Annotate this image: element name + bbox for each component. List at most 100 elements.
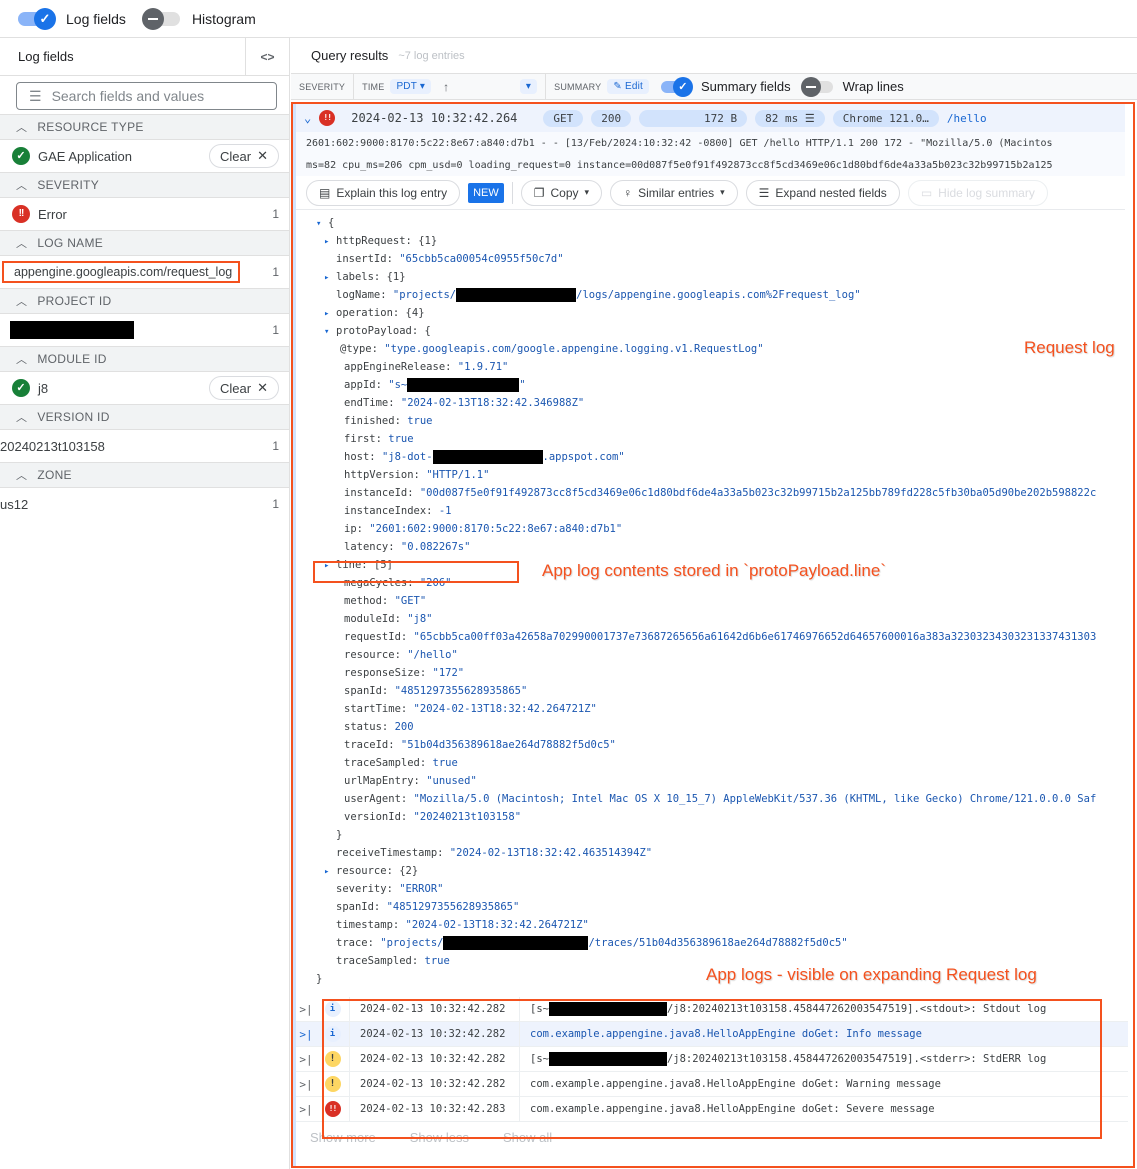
timezone-select[interactable]: PDT ▾ [390,79,432,94]
chevron-down-icon[interactable]: ⌄ [304,111,311,125]
section-project-id[interactable]: ︿ PROJECT ID [0,288,289,314]
json-value: "2024-02-13T18:32:42.264721Z" [413,703,597,715]
close-icon: ✕ [257,380,268,395]
query-results-panel: Query results ~7 log entries SEVERITY TI… [291,38,1137,1169]
json-key: urlMapEntry: [344,775,427,787]
json-key: instanceIndex: [344,505,439,517]
json-line[interactable]: ▸ httpRequest: {1} [296,232,1125,250]
json-key: latency: [344,541,401,553]
json-line: appId: "s~ " [296,376,1125,394]
json-line[interactable]: ▸ labels: {1} [296,268,1125,286]
size-chip[interactable]: 172 B [639,109,748,127]
request-log-annotation: Request log [1024,338,1115,357]
json-line[interactable]: ▾{ [296,214,1125,232]
histogram-toggle[interactable] [141,7,180,30]
json-value: true [432,757,458,769]
collapse-panel-button[interactable]: <> [245,38,289,76]
check-icon: ✓ [673,76,693,97]
json-line: spanId: "4851297355628935865" [296,682,1125,700]
redacted-text [432,450,543,464]
log-fields-toggle-label: Log fields [66,10,126,27]
json-value: "ERROR" [399,883,444,895]
json-line[interactable]: ▾ protoPayload: { [296,322,1125,340]
explain-log-entry-button[interactable]: ▤ Explain this log entry [306,179,461,206]
section-severity[interactable]: ︿ SEVERITY [0,172,289,198]
edit-summary-button[interactable]: ✎ Edit [607,79,649,94]
expand-arrow-icon[interactable]: ▸ [324,863,336,880]
log-fields-toggle[interactable]: ✓ [18,7,56,30]
chevron-up-icon: ︿ [16,412,28,424]
json-key: status: [344,721,395,733]
redacted-text [456,288,577,302]
request-log-annotation-box: ⌄ !! 2024-02-13 10:32:42.264 GET 200 172… [291,102,1135,1168]
clear-label: Clear [220,380,252,396]
section-zone[interactable]: ︿ ZONE [0,462,289,488]
json-line: resource: "/hello" [296,646,1125,664]
user-agent-chip[interactable]: Chrome 121.0… [832,109,939,127]
section-log-name[interactable]: ︿ LOG NAME [0,230,289,256]
log-fields-panel: Log fields <> ☰ ︿ RESOURCE TYPE ✓ GAE App… [0,38,290,1169]
log-entry-summary-row[interactable]: ⌄ !! 2024-02-13 10:32:42.264 GET 200 172… [296,104,1125,132]
field-value-j8[interactable]: ✓ j8 Clear ✕ [0,372,289,404]
time-options-dropdown[interactable]: ▾ [519,79,538,94]
field-value-error[interactable]: !! Error 1 [0,198,289,230]
expand-row-icon[interactable]: >| [296,1103,316,1116]
json-line: first: true [296,430,1125,448]
method-chip[interactable]: GET [543,109,584,127]
json-value: {4} [405,307,425,319]
field-value-gae-application[interactable]: ✓ GAE Application Clear ✕ [0,140,289,172]
collapse-arrow-icon[interactable]: ▾ [324,323,336,340]
expand-arrow-icon[interactable]: ▸ [324,269,336,286]
chevron-up-icon: ︿ [16,354,28,366]
search-fields-box[interactable]: ☰ [16,82,277,110]
latency-chip[interactable]: 82 ms ☰ [755,109,825,127]
expand-row-icon[interactable]: >| [296,1028,316,1041]
severity-column-header[interactable]: SEVERITY [291,74,355,99]
json-key: resource: [336,865,400,877]
field-value-project-id[interactable]: 1 [0,314,289,346]
similar-entries-button[interactable]: ♀ Similar entries ▾ [610,179,738,206]
expand-row-icon[interactable]: >| [296,1078,316,1091]
field-value-zone[interactable]: us12 1 [0,488,289,520]
expand-nested-fields-button[interactable]: ☰ Expand nested fields [745,179,900,206]
summary-icon: ▭ [920,185,933,200]
json-key: protoPayload: { [336,325,431,337]
hide-log-summary-button[interactable]: ▭ Hide log summary [907,179,1048,206]
expand-arrow-icon[interactable]: ▸ [324,233,336,250]
json-line: startTime: "2024-02-13T18:32:42.264721Z" [296,700,1125,718]
new-badge: NEW [468,182,504,203]
json-line: responseSize: "172" [296,664,1125,682]
status-chip[interactable]: 200 [591,109,632,127]
request-path-link[interactable]: /hello [947,112,987,125]
section-resource-type[interactable]: ︿ RESOURCE TYPE [0,114,289,140]
json-value: "4851297355628935865" [386,901,520,913]
json-value: "unused" [426,775,477,787]
expand-row-icon[interactable]: >| [296,1003,316,1016]
expand-arrow-icon[interactable]: ▸ [324,305,336,322]
json-line[interactable]: ▸ operation: {4} [296,304,1125,322]
json-line[interactable]: ▸ resource: {2} [296,862,1125,880]
section-module-id[interactable]: ︿ MODULE ID [0,346,289,372]
clear-resource-type-button[interactable]: Clear ✕ [209,144,279,168]
json-line: httpVersion: "HTTP/1.1" [296,466,1125,484]
json-key: httpVersion: [344,469,427,481]
wrap-lines-toggle[interactable] [800,76,833,97]
json-value: true [407,415,433,427]
log-entry-expanded: ⌄ !! 2024-02-13 10:32:42.264 GET 200 172… [293,104,1128,1166]
summary-fields-toggle[interactable]: ✓ [661,76,693,97]
log-summary-line-1: 2601:602:9000:8170:5c22:8e67:a840:d7b1 -… [296,132,1125,154]
search-fields-input[interactable] [51,88,252,104]
section-version-id[interactable]: ︿ VERSION ID [0,404,289,430]
clear-module-id-button[interactable]: Clear ✕ [209,376,279,400]
json-line: method: "GET" [296,592,1125,610]
copy-button[interactable]: ❐ Copy ▾ [520,179,603,206]
expand-row-icon[interactable]: >| [296,1053,316,1066]
field-value-request-log[interactable]: appengine.googleapis.com/request_log 1 [0,256,289,288]
check-circle-icon: ✓ [12,379,30,397]
field-value-version[interactable]: 20240213t103158 1 [0,430,289,462]
sort-ascending-icon[interactable]: ↑ [443,80,449,94]
timezone-value: PDT [396,81,417,92]
collapse-arrow-icon[interactable]: ▾ [316,215,328,232]
top-toolbar: ✓ Log fields Histogram [0,0,1137,38]
json-key: instanceId: [344,487,420,499]
